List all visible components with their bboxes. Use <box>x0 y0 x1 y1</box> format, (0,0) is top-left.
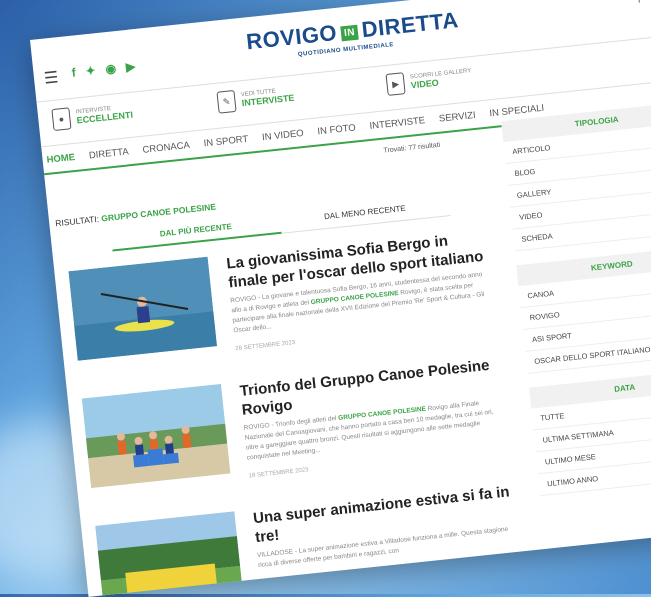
nav-servizi[interactable]: SERVIZI <box>438 109 476 124</box>
nav-in-foto[interactable]: IN FOTO <box>317 122 356 137</box>
filter-keyword: KEYWORD CANOA ROVIGO ASI SPORT OSCAR DEL… <box>516 245 651 374</box>
promo-eccellenti[interactable]: ● INTERVISTE ECCELLENTI <box>51 101 133 132</box>
nav-cronaca[interactable]: CRONACA <box>142 139 190 155</box>
promo-interviste[interactable]: ✎ VEDI TUTTE INTERVISTE <box>216 84 295 114</box>
filter-tipologia: TIPOLOGIA ARTICOLO BLOG GALLERY VIDEO SC… <box>501 101 651 252</box>
social-links: f ✦ ◉ ▶ <box>71 59 136 80</box>
article-thumbnail[interactable] <box>95 511 244 597</box>
play-icon: ▶ <box>385 72 406 96</box>
article-date: 28 SETTEMBRE 2023 <box>235 339 296 353</box>
nav-home[interactable]: HOME <box>46 151 75 165</box>
filter-sidebar: TIPOLOGIA ARTICOLO BLOG GALLERY VIDEO SC… <box>501 101 651 510</box>
nav-interviste[interactable]: INTERVISTE <box>369 115 426 132</box>
browser-screen: ☰ f ✦ ◉ ▶ ROVIGO IN DIRETTA QUOTIDIANO MUL… <box>30 0 651 597</box>
header-tools: ⚲ ☺ <box>634 0 651 5</box>
logo-right: DIRETTA <box>360 7 460 43</box>
handshake-icon: ✎ <box>216 89 237 114</box>
promo-video[interactable]: ▶ SCORRI LE GALLERY VIDEO <box>385 65 473 96</box>
results-count: Trovati: 77 risultati <box>383 141 441 155</box>
search-icon[interactable]: ⚲ <box>634 0 644 5</box>
nav-diretta[interactable]: DIRETTA <box>88 146 129 161</box>
article-thumbnail[interactable] <box>68 256 218 361</box>
microphone-icon: ● <box>51 107 72 132</box>
logo-in-badge: IN <box>340 24 359 42</box>
nav-in-sport[interactable]: IN SPORT <box>203 133 249 149</box>
facebook-icon[interactable]: f <box>71 65 76 79</box>
article-thumbnail[interactable] <box>81 383 231 489</box>
twitter-icon[interactable]: ✦ <box>85 63 96 78</box>
nav-in-speciali[interactable]: IN SPECIALI <box>489 102 545 119</box>
menu-icon[interactable]: ☰ <box>43 67 59 88</box>
article-date: 18 SETTEMBRE 2023 <box>248 467 309 480</box>
youtube-icon[interactable]: ▶ <box>125 59 136 74</box>
filter-data: DATA TUTTE ULTIMA SETTIMANA ULTIMO MESE … <box>529 367 651 497</box>
nav-in-video[interactable]: IN VIDEO <box>262 127 305 142</box>
article-card[interactable]: La giovanissima Sofia Bergo in finale pe… <box>68 226 507 380</box>
instagram-icon[interactable]: ◉ <box>105 61 117 76</box>
article-card[interactable]: Trionfo del Gruppo Canoe Polesine Rovigo… <box>81 354 521 508</box>
sort-oldest-tab[interactable]: DAL MENO RECENTE <box>279 193 451 234</box>
results-prefix: RISULTATI: <box>54 213 100 229</box>
